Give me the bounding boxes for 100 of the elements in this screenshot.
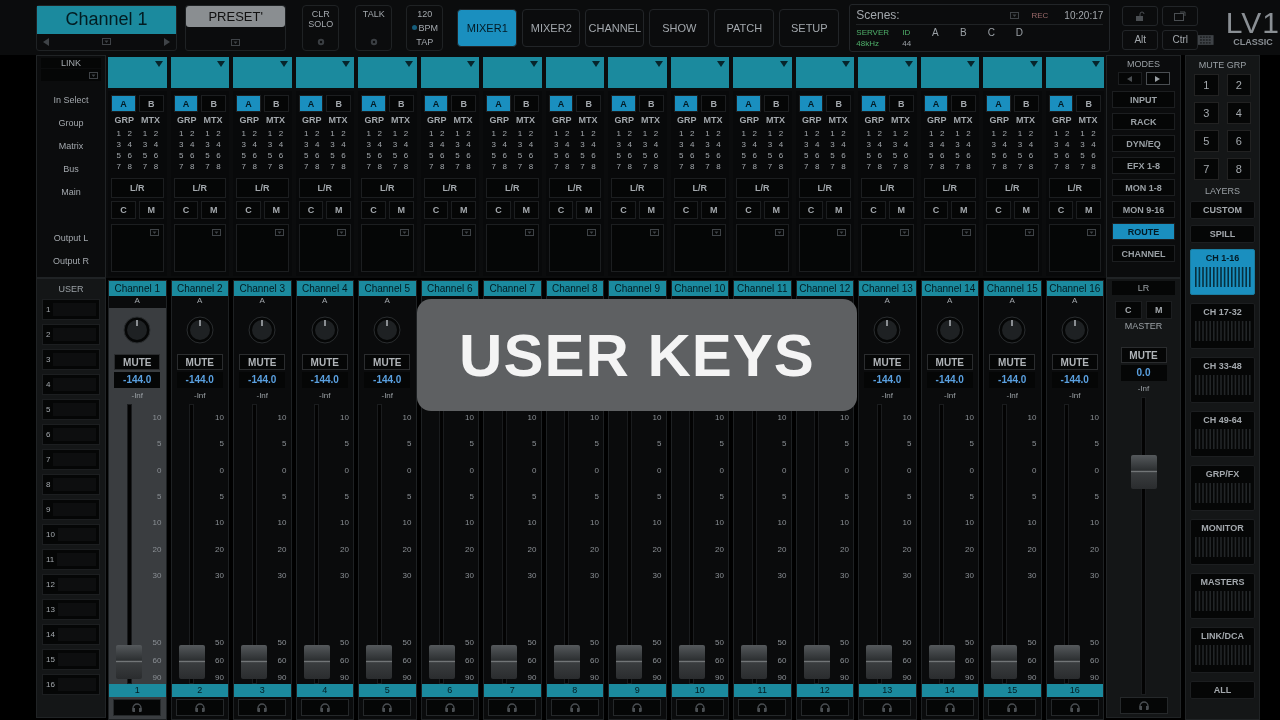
matrix-key[interactable]: 2 [525, 128, 537, 139]
group-key[interactable]: 4 [999, 139, 1011, 150]
nav-tab[interactable]: SHOW [649, 8, 710, 47]
group-key[interactable]: 2 [999, 128, 1011, 139]
user-key[interactable]: 16 [42, 674, 100, 695]
solo-button[interactable] [300, 699, 349, 716]
input-select-button[interactable]: B [451, 95, 476, 112]
group-key[interactable]: 6 [374, 150, 386, 161]
preset-button[interactable]: PRESET' [186, 5, 286, 27]
group-key[interactable]: 5 [175, 150, 187, 161]
input-select-button[interactable]: A [423, 95, 449, 112]
group-key[interactable]: 5 [363, 150, 375, 161]
solo-button[interactable] [863, 699, 912, 716]
mode-button[interactable]: MON 9-16 [1112, 201, 1175, 218]
group-key[interactable]: 6 [999, 150, 1011, 161]
matrix-key[interactable]: 3 [139, 139, 151, 150]
mono-button[interactable]: M [201, 201, 226, 219]
matrix-key[interactable]: 8 [212, 161, 224, 172]
matrix-key[interactable]: 6 [1087, 150, 1099, 161]
dropdown-icon[interactable] [1024, 229, 1034, 236]
group-key[interactable]: 6 [186, 150, 198, 161]
main-lr-button[interactable]: L/R [361, 178, 414, 198]
main-lr-button[interactable]: L/R [736, 178, 789, 198]
mute-group-key[interactable]: 1 [1194, 74, 1219, 96]
matrix-key[interactable]: 1 [576, 128, 588, 139]
group-key[interactable]: 1 [550, 128, 562, 139]
group-key[interactable]: 8 [686, 161, 698, 172]
matrix-key[interactable]: 6 [525, 150, 537, 161]
group-key[interactable]: 4 [936, 139, 948, 150]
main-lr-button[interactable]: L/R [673, 178, 726, 198]
group-key[interactable]: 7 [488, 161, 500, 172]
nav-tab[interactable]: PATCH [714, 8, 775, 47]
scene-slot[interactable]: D [1008, 26, 1031, 38]
matrix-key[interactable]: 5 [326, 150, 338, 161]
group-key[interactable]: 7 [800, 161, 812, 172]
mono-button[interactable]: M [451, 201, 476, 219]
link-dropdown[interactable] [41, 69, 101, 81]
mute-group-key[interactable]: 2 [1226, 74, 1251, 96]
matrix-key[interactable]: 1 [764, 128, 776, 139]
group-key[interactable]: 6 [686, 150, 698, 161]
matrix-key[interactable]: 6 [775, 150, 787, 161]
center-button[interactable]: C [673, 201, 699, 219]
mode-button[interactable]: DYN/EQ [1112, 135, 1175, 152]
matrix-key[interactable]: 1 [201, 128, 213, 139]
solo-button[interactable] [1050, 699, 1099, 716]
mode-button[interactable]: EFX 1-8 [1112, 157, 1175, 174]
input-select-button[interactable]: A [236, 95, 261, 112]
main-lr-button[interactable]: L/R [611, 178, 664, 198]
channel-header-dropdown[interactable] [1045, 57, 1104, 88]
group-key[interactable]: 8 [749, 161, 761, 172]
gain-knob[interactable] [873, 316, 902, 344]
dropdown-icon[interactable] [712, 229, 721, 236]
gain-knob[interactable] [998, 316, 1027, 344]
matrix-key[interactable]: 3 [1076, 139, 1088, 150]
group-key[interactable]: 1 [425, 128, 437, 139]
matrix-key[interactable]: 6 [337, 150, 349, 161]
input-select-button[interactable]: A [673, 95, 699, 112]
matrix-key[interactable]: 8 [962, 161, 974, 172]
mute-group-key[interactable]: 4 [1226, 102, 1251, 124]
matrix-key[interactable]: 5 [701, 150, 713, 161]
layer-button[interactable]: CH 33-48 [1190, 357, 1255, 403]
group-key[interactable]: 4 [374, 139, 386, 150]
matrix-key[interactable]: 2 [650, 128, 662, 139]
mute-button[interactable]: MUTE [364, 354, 411, 370]
matrix-key[interactable]: 2 [400, 128, 412, 139]
output-dropdown[interactable] [173, 224, 226, 272]
group-key[interactable]: 6 [936, 150, 948, 161]
scene-slot[interactable]: A [924, 26, 947, 38]
channel-strip[interactable]: Channel 2 A MUTE -144.0 -Inf 10 5 0 5 10 20 30 50 60 90 2 [170, 280, 229, 720]
mono-button[interactable]: M [888, 201, 914, 219]
group-key[interactable]: 7 [238, 161, 250, 172]
output-dropdown[interactable] [736, 224, 789, 272]
input-select-button[interactable]: A [548, 95, 574, 112]
matrix-key[interactable]: 3 [1014, 139, 1026, 150]
matrix-key[interactable]: 6 [587, 150, 599, 161]
group-key[interactable]: 6 [811, 150, 823, 161]
dropdown-icon[interactable] [587, 229, 596, 236]
matrix-key[interactable]: 8 [337, 161, 349, 172]
group-key[interactable]: 7 [1050, 161, 1062, 172]
fader-thumb[interactable] [553, 645, 580, 680]
group-key[interactable]: 1 [300, 128, 312, 139]
group-key[interactable]: 3 [175, 139, 187, 150]
input-select-button[interactable]: A [361, 95, 386, 112]
matrix-key[interactable]: 1 [326, 128, 338, 139]
solo-button[interactable] [675, 699, 724, 716]
matrix-key[interactable]: 8 [400, 161, 412, 172]
group-key[interactable]: 5 [925, 150, 937, 161]
nav-tab[interactable]: MIXER1 [457, 8, 518, 47]
settings-icon[interactable] [315, 36, 326, 47]
group-key[interactable]: 5 [550, 150, 562, 161]
matrix-key[interactable]: 8 [712, 161, 724, 172]
output-dropdown[interactable] [923, 224, 976, 272]
matrix-key[interactable]: 2 [1025, 128, 1037, 139]
matrix-key[interactable]: 7 [389, 161, 401, 172]
dropdown-icon[interactable] [899, 229, 909, 236]
group-key[interactable]: 3 [113, 139, 125, 150]
group-key[interactable]: 4 [436, 139, 448, 150]
layer-button[interactable]: ALL [1190, 681, 1255, 699]
mute-group-key[interactable]: 6 [1226, 130, 1251, 152]
layer-button[interactable]: CUSTOM [1190, 201, 1255, 219]
